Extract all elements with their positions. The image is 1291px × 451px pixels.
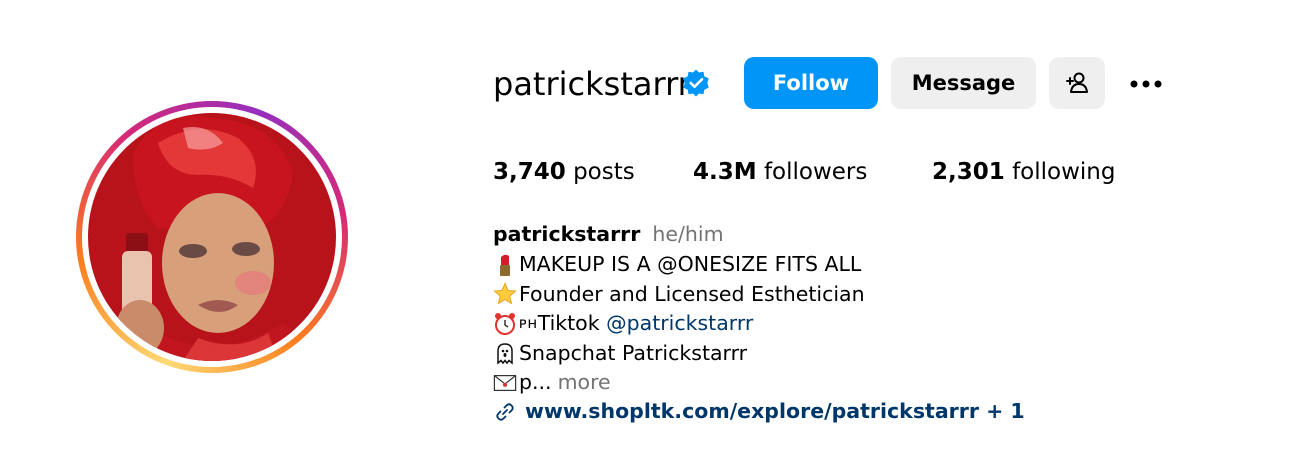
message-button[interactable]: Message <box>891 57 1036 109</box>
bio-line: MAKEUP IS A @ONESIZE FITS ALL <box>493 250 865 280</box>
bio-text: MAKEUP IS A @ONESIZE FITS ALL Founder an… <box>493 250 865 398</box>
alarm-clock-icon <box>493 312 517 336</box>
bio-line-3-text: Tiktok <box>537 311 607 335</box>
following-label: following <box>1012 159 1116 185</box>
bio-line-5: p... <box>519 370 552 394</box>
bio-line: ᴘʜ Tiktok @patrickstarrr <box>493 309 865 339</box>
avatar[interactable] <box>88 113 336 361</box>
followers-stat[interactable]: 4.3M followers <box>693 156 867 188</box>
bio-line-3-prefix: ᴘʜ <box>519 314 538 332</box>
pronouns: he/him <box>652 222 724 246</box>
posts-label: posts <box>573 159 635 185</box>
followers-count: 4.3M <box>693 159 757 185</box>
follow-button[interactable]: Follow <box>744 57 878 109</box>
bio-line-4: Snapchat Patrickstarrr <box>519 340 748 365</box>
tiktok-mention-link[interactable]: @patrickstarrr <box>606 309 753 339</box>
avatar-image <box>88 113 336 361</box>
following-stat[interactable]: 2,301 following <box>932 156 1115 188</box>
envelope-icon <box>493 371 517 395</box>
bio-name-row: patrickstarrr he/him <box>493 220 724 250</box>
bio-more-link[interactable]: more <box>558 368 611 398</box>
bio-line-1: MAKEUP IS A @ONESIZE FITS ALL <box>519 252 862 276</box>
story-ring[interactable] <box>76 101 348 373</box>
ghost-icon <box>493 341 517 365</box>
more-options-button[interactable] <box>1124 70 1168 98</box>
bio-line: Snapchat Patrickstarrr <box>493 339 865 369</box>
following-count: 2,301 <box>932 159 1005 185</box>
external-link-row[interactable]: www.shopltk.com/explore/patrickstarrr + … <box>493 397 1025 427</box>
bio-line: p... more <box>493 368 865 398</box>
posts-count: 3,740 <box>493 159 566 185</box>
bio-name: patrickstarrr <box>493 222 641 246</box>
more-horizontal-icon <box>1130 80 1162 88</box>
bio-line-2: Founder and Licensed Esthetician <box>519 281 865 306</box>
star-icon <box>493 282 517 306</box>
posts-stat: 3,740 posts <box>493 156 635 188</box>
followers-label: followers <box>763 159 868 185</box>
profile-username: patrickstarrr <box>493 65 691 103</box>
link-icon <box>493 400 517 424</box>
avatar-gap <box>82 107 342 367</box>
add-person-icon <box>1066 72 1088 93</box>
bio-line: Founder and Licensed Esthetician <box>493 280 865 310</box>
verified-badge-icon <box>683 69 709 97</box>
lipstick-icon <box>493 253 517 277</box>
suggest-people-button[interactable] <box>1049 57 1105 109</box>
external-link[interactable]: www.shopltk.com/explore/patrickstarrr + … <box>525 397 1025 427</box>
